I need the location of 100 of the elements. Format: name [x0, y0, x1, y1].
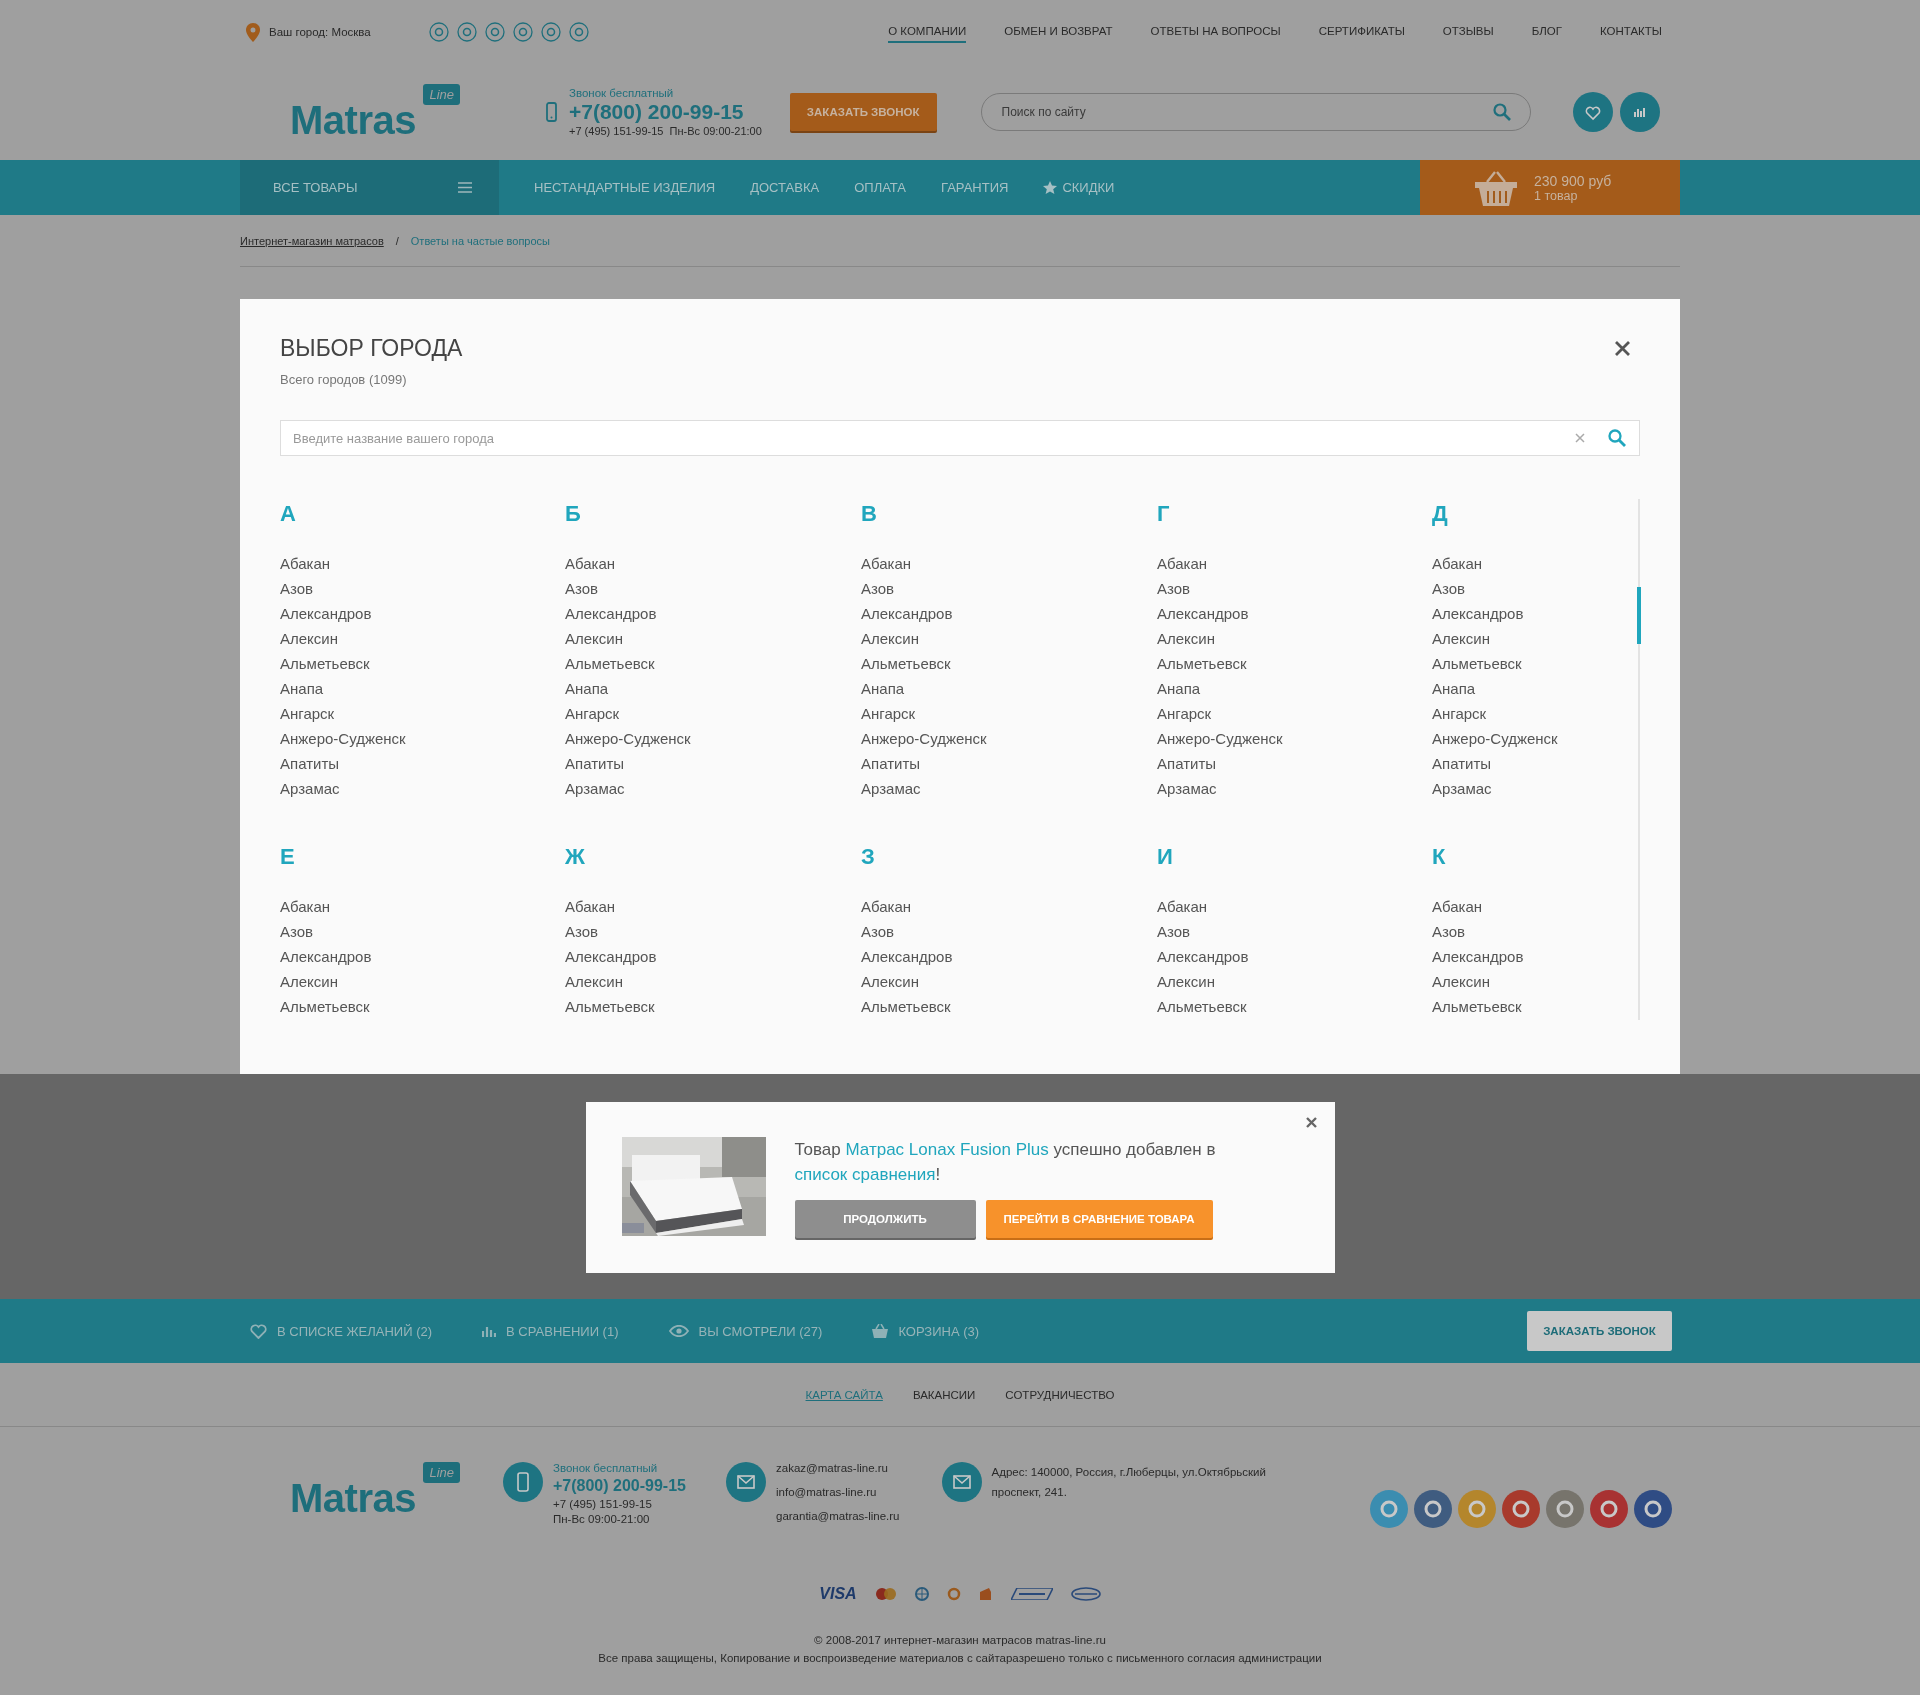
city-link[interactable]: Александров [861, 601, 953, 626]
email-link[interactable]: info@matras-line.ru [776, 1486, 900, 1498]
email-link[interactable]: garantia@matras-line.ru [776, 1510, 900, 1522]
city-link[interactable]: Азов [861, 576, 895, 601]
chart-icon[interactable] [1619, 92, 1660, 132]
city-link[interactable]: Азов [861, 919, 895, 944]
search-icon[interactable] [1492, 103, 1511, 121]
city-link[interactable]: Алексин [861, 626, 919, 651]
social-icon[interactable] [428, 22, 449, 42]
social-icon[interactable] [1546, 1490, 1584, 1528]
city-link[interactable]: Алексин [280, 626, 338, 651]
city-link[interactable]: Арзамас [1157, 776, 1217, 801]
social-icon[interactable] [540, 22, 561, 42]
menu-icon[interactable] [458, 182, 472, 193]
city-link[interactable]: Анжеро-Судженск [1432, 726, 1558, 751]
city-link[interactable]: Альметьевск [861, 994, 951, 1019]
city-link[interactable]: Анжеро-Судженск [280, 726, 406, 751]
city-link[interactable]: Азов [1157, 919, 1191, 944]
city-link[interactable]: Алексин [280, 969, 338, 994]
city-link[interactable]: Альметьевск [280, 994, 370, 1019]
breadcrumb-link[interactable]: Интернет-магазин матрасов [240, 234, 384, 247]
city-link[interactable]: Апатиты [565, 751, 625, 776]
city-link[interactable]: Анжеро-Судженск [565, 726, 691, 751]
city-link[interactable]: Ангарск [861, 701, 916, 726]
city-link[interactable]: Апатиты [1157, 751, 1217, 776]
email-link[interactable]: zakaz@matras-line.ru [776, 1462, 900, 1474]
city-search-field[interactable]: Введите название вашего города [280, 420, 1640, 456]
city-link[interactable]: Азов [1157, 576, 1191, 601]
city-link[interactable]: Апатиты [861, 751, 921, 776]
social-icon[interactable] [512, 22, 533, 42]
city-link[interactable]: Алексин [1157, 969, 1215, 994]
city-link[interactable]: Алексин [861, 969, 919, 994]
city-link[interactable]: Абакан [280, 894, 331, 919]
city-link[interactable]: Ангарск [280, 701, 335, 726]
top-menu-link[interactable]: БЛОГ [1531, 21, 1562, 43]
city-link[interactable]: Абакан [565, 894, 616, 919]
city-link[interactable]: Апатиты [280, 751, 340, 776]
city-link[interactable]: Азов [280, 919, 314, 944]
city-link[interactable]: Альметьевск [565, 994, 655, 1019]
city-link[interactable]: Альметьевск [565, 651, 655, 676]
footer-link[interactable]: СОТРУДНИЧЕСТВО [1005, 1388, 1115, 1401]
city-link[interactable]: Азов [565, 576, 599, 601]
city-link[interactable]: Александров [280, 601, 372, 626]
callback-button[interactable]: ЗАКАЗАТЬ ЗВОНОК [1527, 1311, 1672, 1351]
city-link[interactable]: Ангарск [565, 701, 620, 726]
city-label[interactable]: Ваш город: Москва [269, 26, 371, 38]
top-menu-link[interactable]: ОБМЕН И ВОЗВРАТ [1004, 21, 1113, 43]
city-link[interactable]: Альметьевск [1432, 651, 1522, 676]
city-link[interactable]: Алексин [1432, 969, 1490, 994]
city-link[interactable]: Абакан [861, 894, 912, 919]
city-link[interactable]: Александров [1432, 944, 1524, 969]
city-link[interactable]: Александров [1157, 601, 1249, 626]
city-link[interactable]: Алексин [1432, 626, 1490, 651]
social-icon[interactable] [1370, 1490, 1408, 1528]
city-link[interactable]: Александров [1432, 601, 1524, 626]
city-link[interactable]: Анапа [280, 676, 324, 701]
search-icon[interactable] [1608, 429, 1626, 447]
city-link[interactable]: Анапа [1432, 676, 1476, 701]
city-link[interactable]: Арзамас [280, 776, 340, 801]
clear-icon[interactable] [1575, 433, 1585, 443]
city-link[interactable]: Абакан [861, 551, 912, 576]
social-icon[interactable] [568, 22, 589, 42]
city-link[interactable]: Александров [565, 944, 657, 969]
city-link[interactable]: Азов [565, 919, 599, 944]
city-link[interactable]: Абакан [1157, 894, 1208, 919]
city-link[interactable]: Альметьевск [861, 651, 951, 676]
city-link[interactable]: Абакан [565, 551, 616, 576]
city-link[interactable]: Альметьевск [1432, 994, 1522, 1019]
social-icon[interactable] [1590, 1490, 1628, 1528]
city-link[interactable]: Азов [1432, 576, 1466, 601]
close-icon[interactable] [1305, 1117, 1317, 1128]
close-icon[interactable] [1615, 341, 1630, 356]
city-link[interactable]: Алексин [565, 969, 623, 994]
footer-link[interactable]: ВАКАНСИИ [912, 1388, 976, 1401]
top-menu-link[interactable]: ОТЗЫВЫ [1442, 21, 1494, 43]
city-link[interactable]: Анапа [861, 676, 905, 701]
city-link[interactable]: Абакан [1432, 551, 1483, 576]
top-menu-link[interactable]: ОТВЕТЫ НА ВОПРОСЫ [1150, 21, 1281, 43]
city-link[interactable]: Алексин [1157, 626, 1215, 651]
city-link[interactable]: Абакан [1157, 551, 1208, 576]
social-icon[interactable] [456, 22, 477, 42]
city-link[interactable]: Азов [1432, 919, 1466, 944]
city-link[interactable]: Арзамас [861, 776, 921, 801]
social-icon[interactable] [1502, 1490, 1540, 1528]
social-icon[interactable] [1634, 1490, 1672, 1528]
top-menu-link[interactable]: СЕРТИФИКАТЫ [1318, 21, 1405, 43]
city-link[interactable]: Александров [280, 944, 372, 969]
city-link[interactable]: Альметьевск [1157, 994, 1247, 1019]
social-icon[interactable] [1414, 1490, 1452, 1528]
city-link[interactable]: Ангарск [1432, 701, 1487, 726]
city-link[interactable]: Арзамас [565, 776, 625, 801]
city-link[interactable]: Анапа [565, 676, 609, 701]
city-link[interactable]: Александров [861, 944, 953, 969]
city-link[interactable]: Алексин [565, 626, 623, 651]
city-link[interactable]: Альметьевск [280, 651, 370, 676]
city-link[interactable]: Арзамас [1432, 776, 1492, 801]
city-link[interactable]: Александров [565, 601, 657, 626]
top-menu-link[interactable]: О КОМПАНИИ [888, 21, 967, 43]
city-link[interactable]: Ангарск [1157, 701, 1212, 726]
city-link[interactable]: Анапа [1157, 676, 1201, 701]
